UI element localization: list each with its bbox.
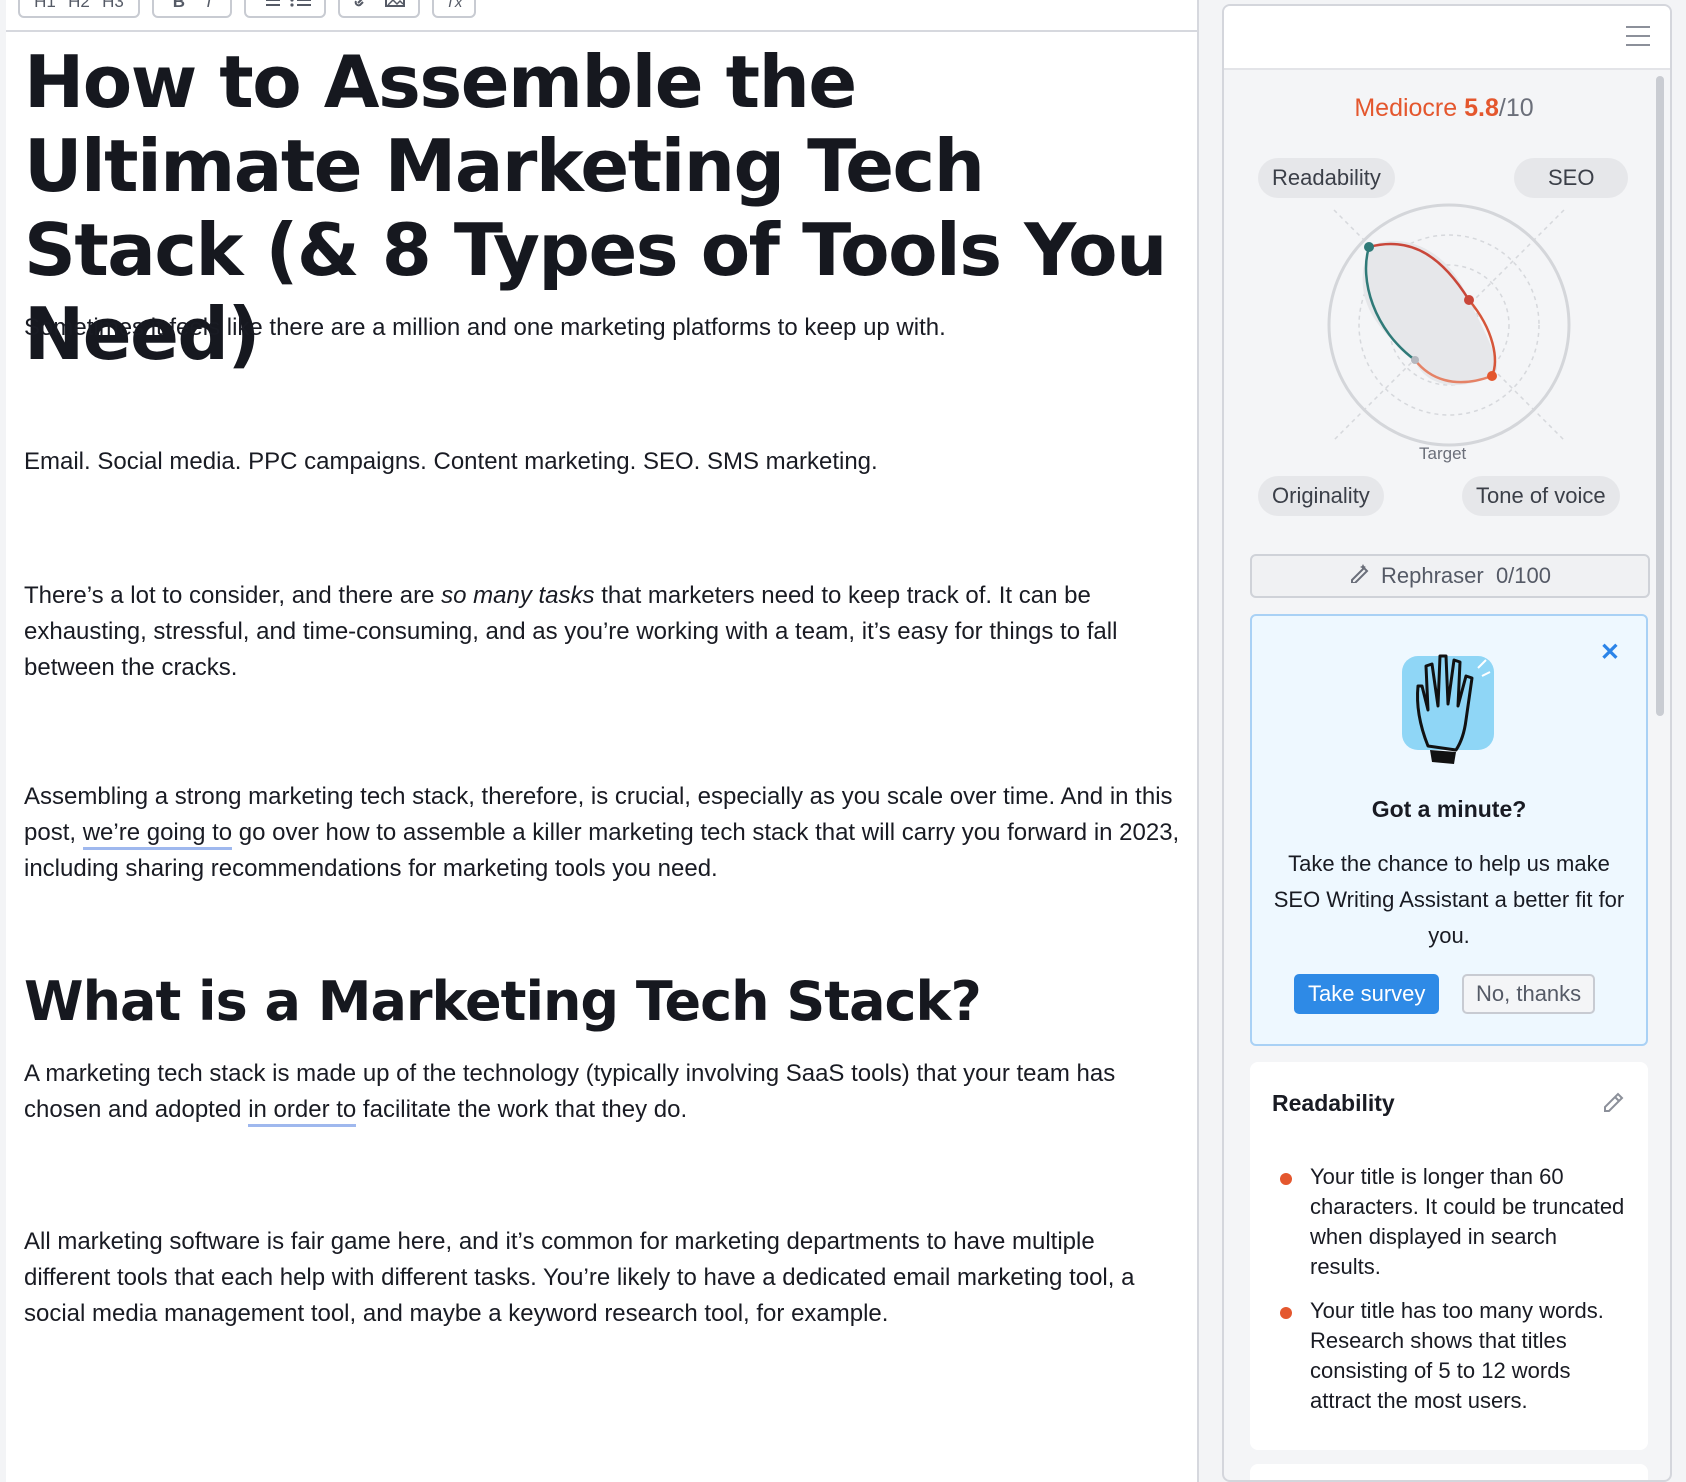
paragraph-3-text: There’s a lot to consider, and there are xyxy=(24,582,442,609)
readability-issue[interactable]: Your title is longer than 60 characters.… xyxy=(1280,1162,1630,1282)
no-thanks-button[interactable]: No, thanks xyxy=(1462,974,1596,1014)
flagged-phrase[interactable]: in order to xyxy=(248,1096,357,1127)
flagged-phrase[interactable]: we’re going to xyxy=(82,819,233,850)
rephraser-label: Rephraser xyxy=(1380,563,1484,588)
insert-buttons-group xyxy=(338,0,420,18)
paragraph-5-text-end: facilitate the work that they do. xyxy=(356,1096,688,1123)
link-icon[interactable] xyxy=(354,0,374,10)
seo-metric[interactable]: SEO xyxy=(1514,158,1629,198)
score-value: 5.8 xyxy=(1464,94,1499,122)
overall-score: Mediocre 5.8/10 xyxy=(1224,94,1664,123)
h1-button[interactable]: H1 xyxy=(34,0,56,10)
paragraph-2[interactable]: Email. Social media. PPC campaigns. Cont… xyxy=(24,444,1184,480)
score-radar-chart xyxy=(1327,203,1571,447)
rephraser-button[interactable]: Rephraser 0/100 xyxy=(1250,554,1650,598)
ordered-list-icon[interactable]: 1 xyxy=(259,0,281,10)
warning-dot-icon xyxy=(1280,1173,1292,1185)
close-icon[interactable]: ✕ xyxy=(1600,638,1620,667)
editor-pane: H1 H2 H3 B I 1 Tx How t xyxy=(6,0,1199,1482)
readability-card: Readability Your title is longer than 60… xyxy=(1250,1062,1648,1450)
take-survey-button[interactable]: Take survey xyxy=(1294,974,1440,1014)
sidebar-scrollbar[interactable] xyxy=(1656,76,1664,716)
waving-hand-illustration xyxy=(1402,654,1494,764)
list-buttons-group: 1 xyxy=(244,0,326,18)
tone-of-voice-metric[interactable]: Tone of voice xyxy=(1462,476,1620,516)
svg-text:1: 1 xyxy=(259,0,263,2)
readability-card-title: Readability xyxy=(1272,1090,1395,1116)
readability-issue[interactable]: Your title has too many words. Research … xyxy=(1280,1296,1630,1416)
readability-issue-text: Your title is longer than 60 characters.… xyxy=(1310,1164,1625,1279)
survey-text: Take the chance to help us make SEO Writ… xyxy=(1273,851,1625,948)
seo-assistant-sidebar: Mediocre 5.8/10 Readability SEO Target O… xyxy=(1222,4,1672,1482)
edit-pencil-icon[interactable] xyxy=(1602,1090,1626,1119)
clear-format-icon[interactable]: Tx xyxy=(446,0,463,10)
radar-target-label: Target xyxy=(1419,444,1467,463)
readability-metric[interactable]: Readability xyxy=(1258,158,1395,198)
survey-card: ✕ Got a minute? Take the chance to help … xyxy=(1250,614,1648,1046)
bold-button[interactable]: B xyxy=(173,0,185,10)
score-max: /10 xyxy=(1498,94,1534,122)
image-icon[interactable] xyxy=(384,0,405,10)
hamburger-menu-icon[interactable] xyxy=(1626,26,1650,48)
formatting-toolbar: H1 H2 H3 B I 1 Tx xyxy=(6,0,1197,32)
italic-button[interactable]: I xyxy=(207,0,212,10)
section-heading[interactable]: What is a Marketing Tech Stack? xyxy=(24,970,982,1034)
h2-button[interactable]: H2 xyxy=(68,0,90,10)
rephraser-count: 0/100 xyxy=(1495,563,1551,588)
h3-button[interactable]: H3 xyxy=(102,0,124,10)
originality-metric[interactable]: Originality xyxy=(1258,476,1384,516)
clear-format-button[interactable]: Tx xyxy=(432,0,476,18)
score-label: Mediocre xyxy=(1354,94,1458,122)
heading-buttons-group: H1 H2 H3 xyxy=(18,0,140,18)
next-card xyxy=(1250,1464,1648,1480)
paragraph-6[interactable]: All marketing software is fair game here… xyxy=(24,1224,1184,1332)
bullet-list-icon[interactable] xyxy=(289,0,312,10)
paragraph-4[interactable]: Assembling a strong marketing tech stack… xyxy=(24,779,1184,887)
magic-pen-icon xyxy=(1349,556,1371,596)
survey-title: Got a minute? xyxy=(1371,796,1527,822)
emphasis-text: so many tasks xyxy=(441,582,595,609)
readability-issue-text: Your title has too many words. Research … xyxy=(1310,1298,1604,1413)
paragraph-3[interactable]: There’s a lot to consider, and there are… xyxy=(24,578,1184,686)
sidebar-header xyxy=(1224,6,1670,70)
text-style-group: B I xyxy=(152,0,232,18)
article-content[interactable]: How to Assemble the Ultimate Marketing T… xyxy=(24,40,1184,1327)
paragraph-5[interactable]: A marketing tech stack is made up of the… xyxy=(24,1056,1184,1128)
warning-dot-icon xyxy=(1280,1307,1292,1319)
paragraph-1[interactable]: Sometimes it feels like there are a mill… xyxy=(24,310,1184,346)
